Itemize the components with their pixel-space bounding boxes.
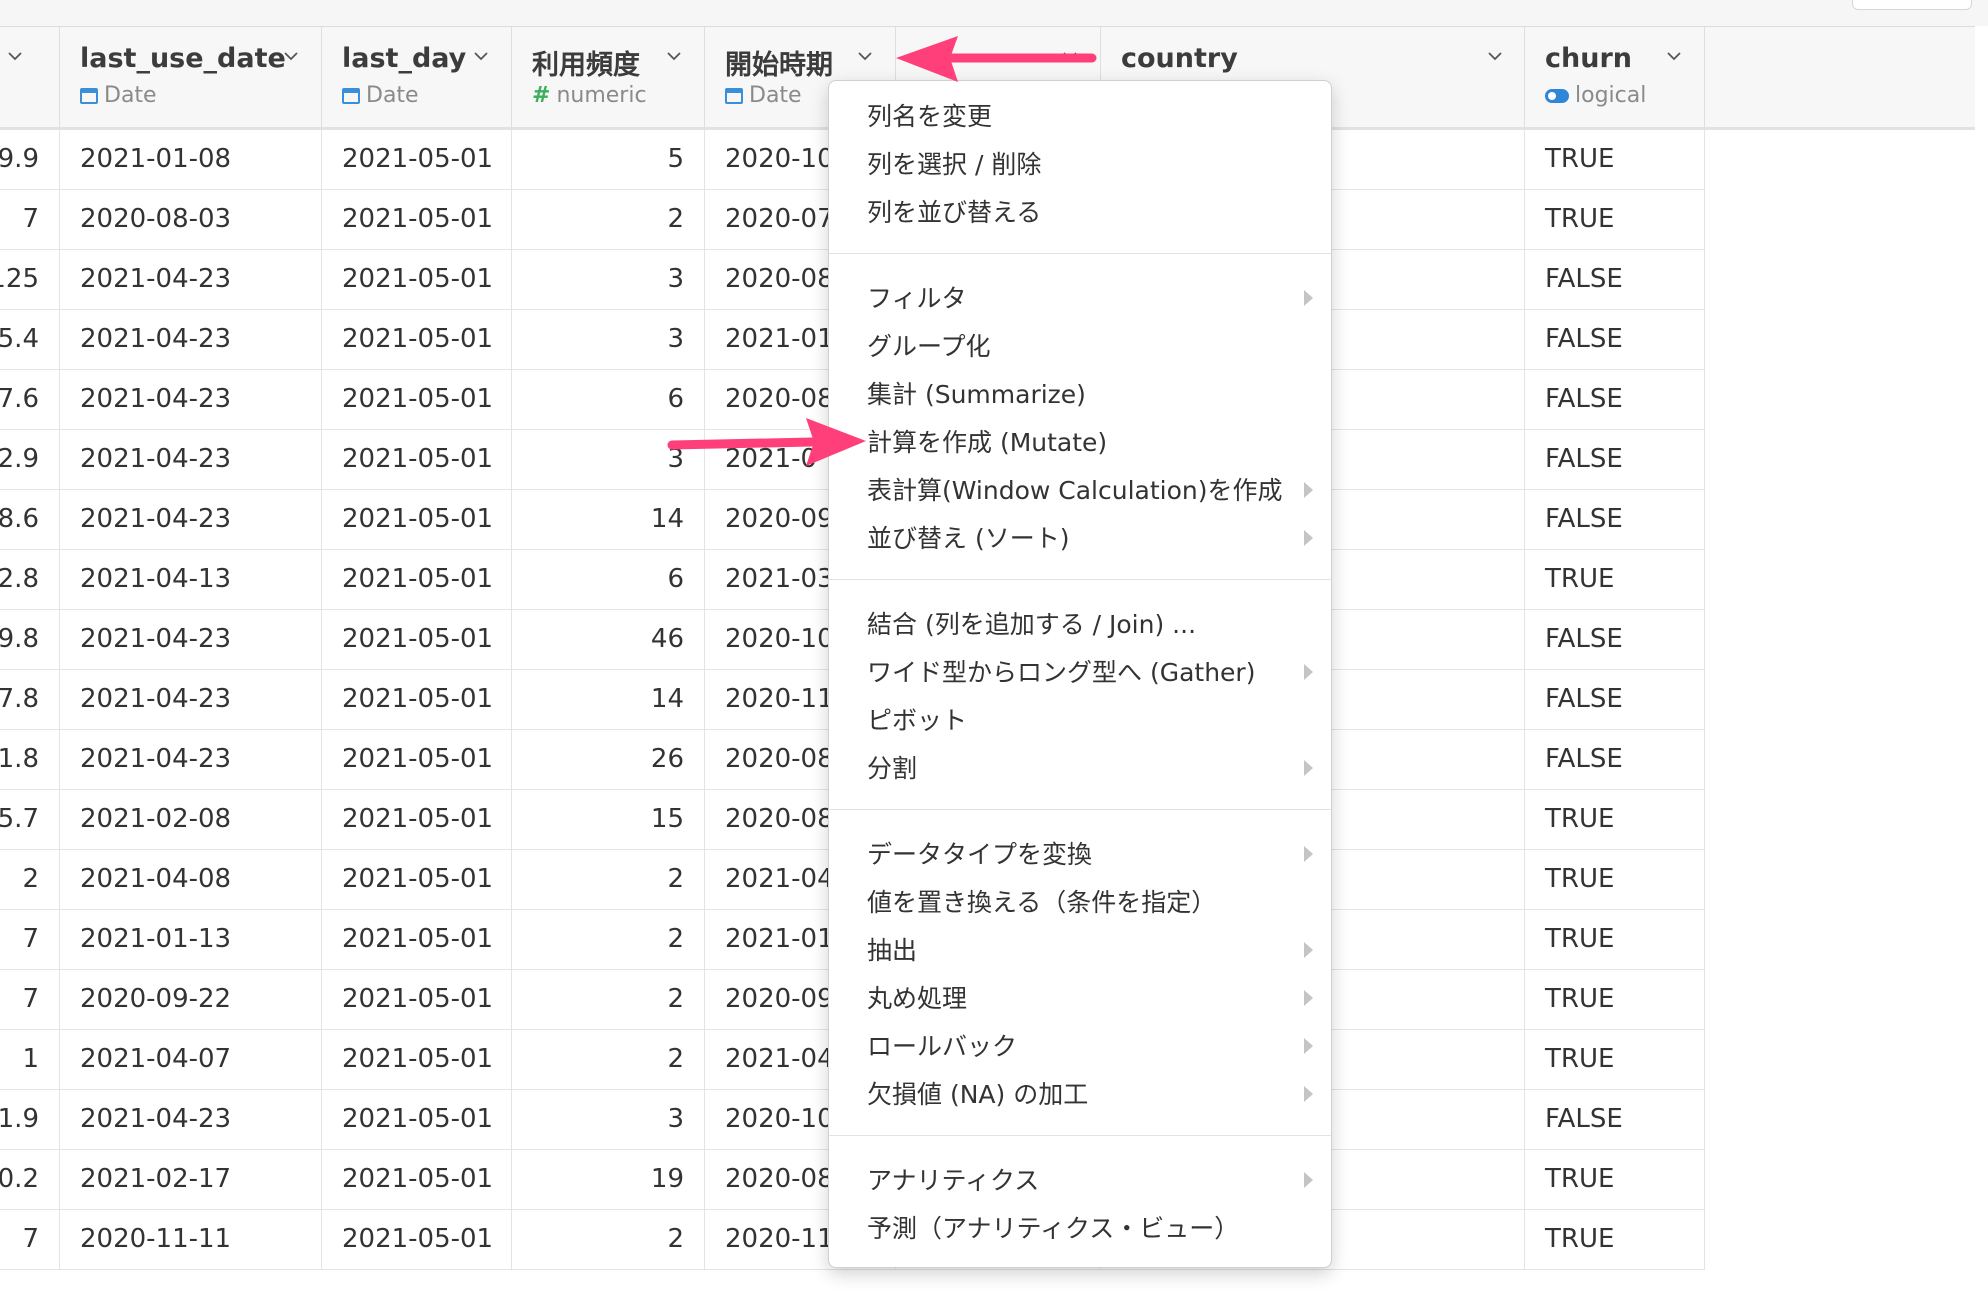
annotation-arrows (667, 36, 1097, 466)
arrow-to-column-menu-icon (896, 36, 1097, 82)
arrow-to-mutate-item (667, 418, 866, 466)
